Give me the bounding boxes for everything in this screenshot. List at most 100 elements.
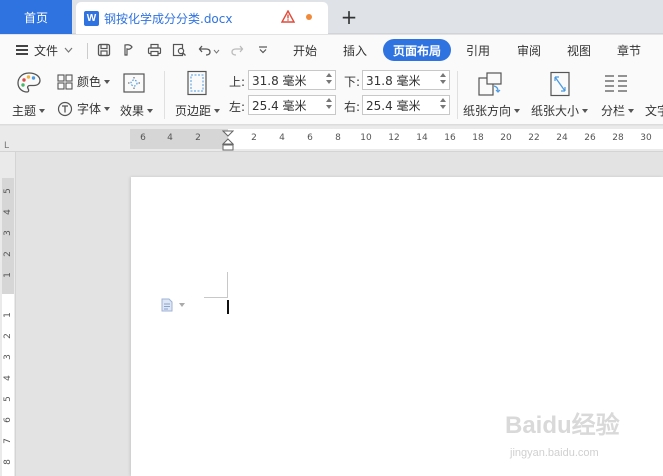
tab-references[interactable]: 引用 [459, 39, 497, 61]
ruler-number: 4 [3, 375, 13, 381]
ruler-number: 20 [500, 133, 512, 143]
margin-icon[interactable] [186, 70, 208, 96]
ruler-number: 2 [3, 333, 13, 339]
paper-size-label: 纸张大小 [531, 104, 580, 118]
ruler-number: 12 [388, 133, 400, 143]
tab-page-layout[interactable]: 页面布局 [383, 39, 451, 61]
spin-down-icon[interactable] [440, 80, 446, 84]
tab-document[interactable]: W 钢按化学成分分类.docx [76, 2, 328, 34]
paper-size-icon[interactable] [549, 71, 571, 97]
writer-doc-icon: W [84, 10, 99, 26]
ruler-number: 3 [3, 354, 13, 360]
caret-down-icon [104, 106, 111, 111]
ruler-number: 22 [528, 133, 540, 143]
columns-icon[interactable] [604, 73, 628, 95]
spin-up-icon[interactable] [326, 73, 332, 77]
color-label: 颜色 [77, 75, 102, 89]
margin-button[interactable]: 页边距 [175, 102, 221, 119]
spin-up-icon[interactable] [440, 73, 446, 77]
save-icon[interactable] [95, 41, 113, 59]
caret-down-icon [628, 108, 635, 113]
margin-corner-mark [204, 297, 228, 298]
unsaved-dot-icon [306, 14, 312, 20]
paper-size-button[interactable]: 纸张大小 [531, 102, 589, 119]
baidu-watermark: Baidu经验 [505, 412, 620, 439]
columns-button[interactable]: 分栏 [601, 102, 635, 119]
horizontal-ruler[interactable]: 6 4 2 2 4 6 8 10 12 14 16 18 20 22 24 26… [0, 126, 663, 152]
redo-icon[interactable] [228, 41, 246, 59]
baidu-watermark-url: jingyan.baidu.com [510, 447, 599, 459]
ruler-number: 2 [195, 133, 201, 143]
vertical-ruler[interactable]: 5 4 3 2 1 1 2 3 4 5 6 7 8 [0, 152, 16, 476]
warning-icon[interactable] [280, 9, 296, 26]
new-tab-button[interactable]: + [338, 5, 360, 29]
text-direction-label: 文字 [645, 104, 663, 118]
font-button[interactable]: 字体 [57, 100, 111, 117]
hamburger-icon [16, 45, 28, 55]
effect-icon[interactable] [123, 73, 145, 93]
menu-bar: 文件 开始 插入 页面布局 引用 审阅 视图 章节 [0, 35, 663, 65]
spin-down-icon[interactable] [326, 80, 332, 84]
tab-chapter[interactable]: 章节 [610, 39, 648, 61]
tab-insert[interactable]: 插入 [336, 39, 374, 61]
print-preview-icon[interactable] [170, 41, 188, 59]
right-margin-input[interactable]: 25.4 毫米 [362, 95, 450, 115]
orientation-button[interactable]: 纸张方向 [463, 102, 521, 119]
ruler-number: 4 [279, 133, 285, 143]
quick-access-dropdown-icon[interactable] [254, 41, 272, 59]
top-margin-input[interactable]: 31.8 毫米 [248, 70, 336, 90]
paragraph-handle-icon[interactable] [160, 298, 185, 312]
ruler-number: 1 [3, 272, 13, 278]
theme-button[interactable]: 主题 [12, 102, 46, 119]
text-direction-button[interactable]: 文字 [645, 102, 663, 119]
left-margin-label: 左: [229, 100, 246, 114]
divider [457, 71, 458, 119]
divider [164, 71, 165, 119]
file-menu-label: 文件 [34, 43, 59, 58]
tab-start[interactable]: 开始 [286, 39, 324, 61]
undo-dropdown-icon[interactable] [213, 49, 220, 54]
tab-stop-selector[interactable]: L [4, 141, 9, 151]
effect-button[interactable]: 效果 [120, 102, 154, 119]
spin-down-icon[interactable] [326, 105, 332, 109]
spin-up-icon[interactable] [326, 98, 332, 102]
caret-down-icon [104, 79, 111, 84]
spin-down-icon[interactable] [440, 105, 446, 109]
ruler-number: 2 [251, 133, 257, 143]
bottom-margin-input[interactable]: 31.8 毫米 [362, 70, 450, 90]
spin-up-icon[interactable] [440, 98, 446, 102]
tab-view[interactable]: 视图 [560, 39, 598, 61]
bottom-margin-value: 31.8 毫米 [366, 73, 421, 88]
ruler-text-area [2, 294, 14, 476]
caret-down-icon [214, 108, 221, 113]
top-margin-label: 上: [229, 75, 246, 89]
ruler-number: 16 [444, 133, 456, 143]
color-grid-icon [57, 73, 73, 90]
caret-down-icon [39, 108, 46, 113]
top-margin-value: 31.8 毫米 [252, 73, 307, 88]
format-painter-icon[interactable] [120, 41, 138, 59]
theme-icon[interactable] [16, 71, 42, 95]
color-button[interactable]: 颜色 [57, 73, 111, 90]
ruler-number: 7 [3, 438, 13, 444]
ruler-number: 28 [612, 133, 624, 143]
ribbon-page-layout: 主题 颜色 字体 效果 页边距 上: 31.8 毫米 左: 25.4 毫米 下:… [0, 65, 663, 125]
file-menu[interactable]: 文件 [16, 40, 73, 60]
ruler-number: 8 [335, 133, 341, 143]
left-margin-input[interactable]: 25.4 毫米 [248, 95, 336, 115]
indent-marker-icon[interactable] [222, 130, 234, 152]
orientation-label: 纸张方向 [463, 104, 512, 118]
ruler-number: 2 [3, 251, 13, 257]
chevron-down-icon [64, 47, 73, 53]
ruler-number: 6 [140, 133, 146, 143]
undo-icon[interactable] [196, 41, 214, 59]
print-icon[interactable] [145, 41, 163, 59]
right-margin-label: 右: [344, 100, 361, 114]
ruler-number: 4 [3, 209, 13, 215]
tab-home-label: 首页 [23, 10, 48, 25]
tab-bar: 首页 W 钢按化学成分分类.docx + [0, 0, 663, 34]
orientation-icon[interactable] [477, 71, 503, 97]
tab-review[interactable]: 审阅 [510, 39, 548, 61]
left-margin-value: 25.4 毫米 [252, 98, 307, 113]
tab-home[interactable]: 首页 [0, 0, 72, 34]
